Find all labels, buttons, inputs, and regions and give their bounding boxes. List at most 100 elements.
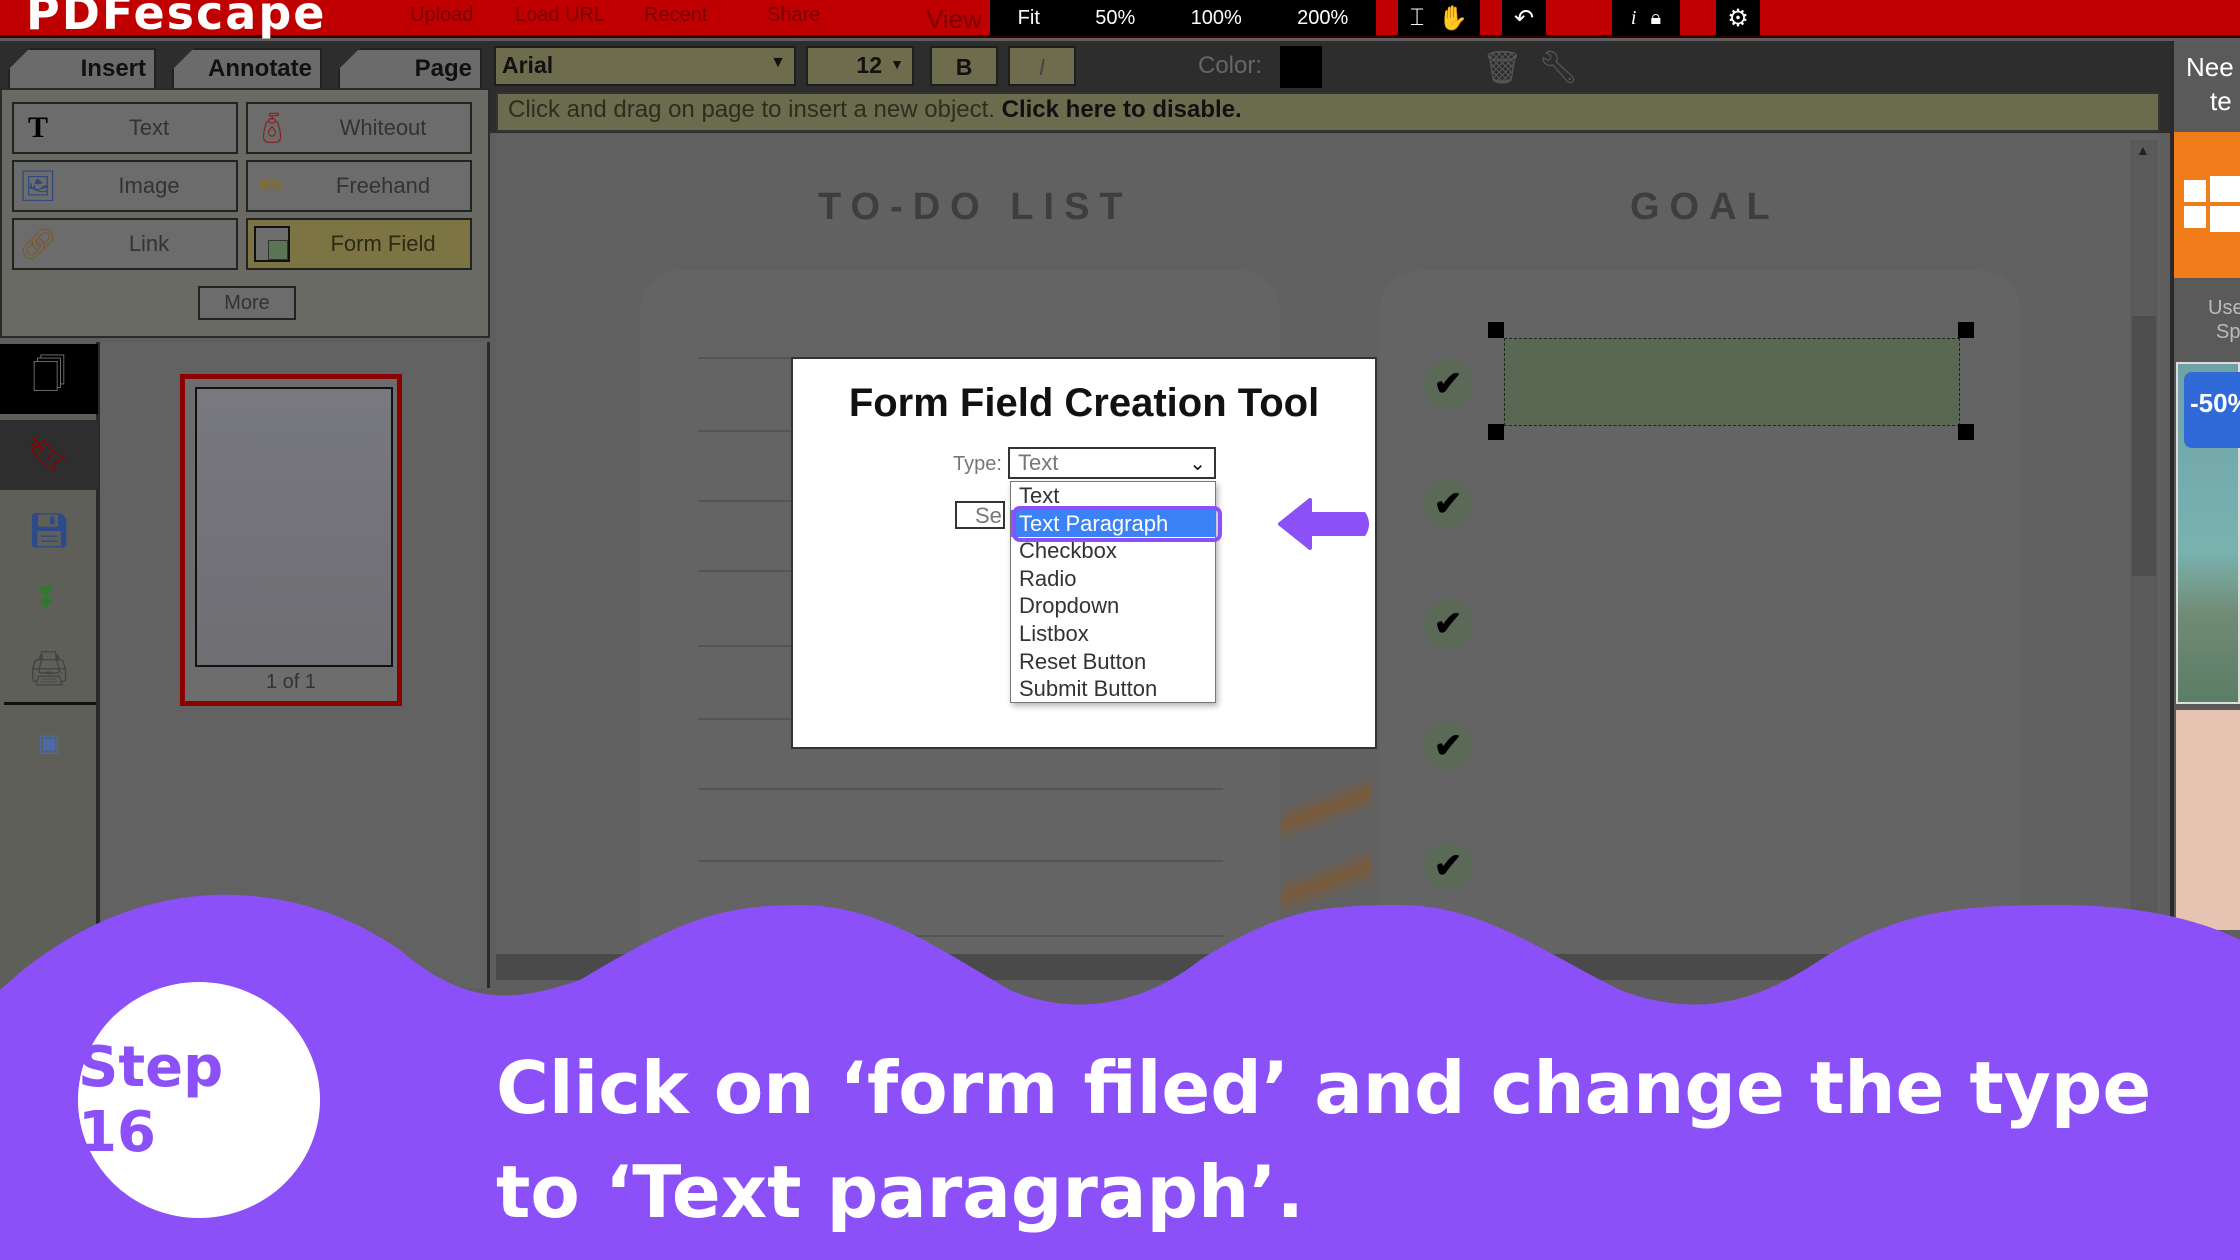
type-select[interactable]: Text ⌄ — [1008, 447, 1216, 479]
font-size-select[interactable]: 12 ▼ — [806, 46, 914, 86]
more-button[interactable]: More — [198, 286, 296, 320]
tool-link[interactable]: 🔗︎ Link — [12, 218, 238, 270]
font-size-value: 12 — [856, 52, 882, 78]
download-icon[interactable]: ⏬︎ — [0, 564, 98, 634]
trash-icon[interactable]: 🗑︎ — [1482, 48, 1523, 86]
zoom-100[interactable]: 100% — [1191, 7, 1242, 30]
tab-insert[interactable]: Insert — [8, 48, 156, 90]
bookmark-icon[interactable]: 🔖︎ — [0, 420, 98, 490]
image-icon: 🖼︎ — [18, 169, 58, 203]
text-cursor-icon[interactable]: ⌶ — [1410, 4, 1424, 32]
print-icon[interactable]: 🖨︎ — [0, 634, 98, 704]
disable-hint-link[interactable]: Click here to disable. — [1002, 96, 1242, 123]
resize-handle[interactable] — [1488, 322, 1504, 338]
chevron-down-icon: ⌄ — [1189, 453, 1206, 475]
check-icon: ✔ — [1424, 360, 1472, 408]
todo-line — [698, 935, 1223, 937]
chevron-down-icon: ▼ — [770, 54, 786, 71]
step-badge: Step 16 — [78, 982, 320, 1218]
lock-icon[interactable]: 🔒︎ — [1650, 7, 1661, 30]
scroll-up-icon[interactable]: ▲ — [2136, 142, 2150, 158]
check-icon: ✔ — [1424, 842, 1472, 890]
app-logo[interactable]: PDFescape — [26, 0, 326, 40]
cursor-tools: ⌶ ✋ — [1398, 0, 1480, 36]
thumbnail-image — [195, 387, 393, 667]
check-icon: ✔ — [1424, 722, 1472, 770]
hand-icon[interactable]: ✋ — [1438, 4, 1468, 33]
step-instruction: Click on ‘form filed’ and change the typ… — [496, 1046, 2152, 1234]
tab-annotate[interactable]: Annotate — [172, 48, 322, 90]
pointer-arrow-icon — [1278, 498, 1369, 550]
chevron-down-icon: ▼ — [890, 56, 904, 72]
option-dropdown[interactable]: Dropdown — [1011, 592, 1215, 620]
resize-handle[interactable] — [1488, 424, 1504, 440]
page-count: 1 of 1 — [265, 671, 317, 693]
form-field-icon — [248, 226, 296, 262]
tool-whiteout[interactable]: 🧴︎ Whiteout — [246, 102, 472, 154]
option-listbox[interactable]: Listbox — [1011, 620, 1215, 648]
ad-headline[interactable]: Nee te — [2186, 50, 2234, 118]
nav-upload[interactable]: Upload — [410, 4, 473, 27]
todo-line — [698, 788, 1223, 790]
dialog-title: Form Field Creation Tool — [848, 381, 1320, 425]
new-form-field[interactable] — [1504, 338, 1960, 426]
text-tool-icon: T — [27, 111, 48, 144]
check-icon: ✔ — [1424, 480, 1472, 528]
discount-badge: -50% — [2184, 372, 2240, 448]
info-icon[interactable]: i — [1631, 7, 1637, 30]
layout-icon[interactable]: ▣ — [0, 708, 98, 778]
option-submit-button[interactable]: Submit Button — [1011, 675, 1215, 703]
todo-line — [698, 860, 1223, 862]
highlight-outline — [1012, 506, 1222, 542]
tab-page[interactable]: Page — [338, 48, 482, 90]
tool-form-field[interactable]: Form Field — [246, 218, 472, 270]
color-swatch[interactable] — [1280, 46, 1322, 88]
settings-button[interactable]: ⚙ — [1716, 0, 1760, 36]
hint-text: Click and drag on page to insert a new o… — [508, 96, 995, 123]
todo-heading: TO-DO LIST — [818, 186, 1133, 228]
scrollbar-thumb[interactable] — [2132, 316, 2156, 576]
ad-image[interactable] — [2176, 710, 2240, 930]
view-label: View — [926, 4, 982, 34]
font-select[interactable]: Arial ▼ — [494, 46, 796, 86]
resize-handle[interactable] — [1958, 322, 1974, 338]
zoom-200[interactable]: 200% — [1297, 7, 1348, 30]
ad-line: Use — [2208, 297, 2240, 319]
color-label: Color: — [1198, 52, 1263, 79]
ad-line: Nee — [2186, 52, 2234, 82]
bold-button[interactable]: B — [930, 46, 998, 86]
goal-heading: GOAL — [1630, 186, 1780, 228]
wrench-icon[interactable]: 🔧︎ — [1538, 48, 1579, 86]
pages-icon[interactable]: 🗍︎ — [0, 344, 98, 414]
nav-recent[interactable]: Recent — [644, 4, 707, 27]
undo-icon: ↶ — [1513, 4, 1535, 32]
tool-freehand[interactable]: ✏ Freehand — [246, 160, 472, 212]
select-button[interactable]: Sel — [955, 501, 1005, 529]
tool-text[interactable]: T Text — [12, 102, 238, 154]
save-icon[interactable]: 💾︎ — [0, 496, 98, 566]
undo-button[interactable]: ↶ — [1502, 0, 1546, 36]
nav-share[interactable]: Share — [767, 4, 820, 27]
zoom-group: Fit 50% 100% 200% — [990, 0, 1376, 36]
option-radio[interactable]: Radio — [1011, 565, 1215, 593]
info-lock-tools: i 🔒︎ — [1612, 0, 1680, 36]
tool-image[interactable]: 🖼︎ Image — [12, 160, 238, 212]
link-icon: 🔗︎ — [18, 227, 58, 261]
option-reset-button[interactable]: Reset Button — [1011, 648, 1215, 676]
ad-line: te — [2210, 86, 2232, 116]
gear-icon: ⚙ — [1727, 4, 1749, 32]
zoom-fit[interactable]: Fit — [1018, 7, 1040, 30]
type-label: Type: — [953, 453, 1002, 475]
italic-button[interactable]: I — [1008, 46, 1076, 86]
form-field-dialog: Form Field Creation Tool Type: Text ⌄ Se… — [791, 357, 1377, 749]
windows-logo-icon[interactable] — [2174, 132, 2240, 278]
resize-handle[interactable] — [1958, 424, 1974, 440]
decorative-brush — [1282, 770, 1372, 920]
nav-load-url[interactable]: Load URL — [515, 4, 605, 27]
horizontal-scrollbar[interactable] — [496, 954, 2160, 980]
page-thumbnail[interactable]: 1 of 1 — [180, 374, 402, 706]
insert-hint-bar: Click and drag on page to insert a new o… — [496, 92, 2160, 132]
divider — [4, 702, 96, 705]
ad-subtext: Use Sp — [2208, 296, 2240, 344]
zoom-50[interactable]: 50% — [1095, 7, 1135, 30]
